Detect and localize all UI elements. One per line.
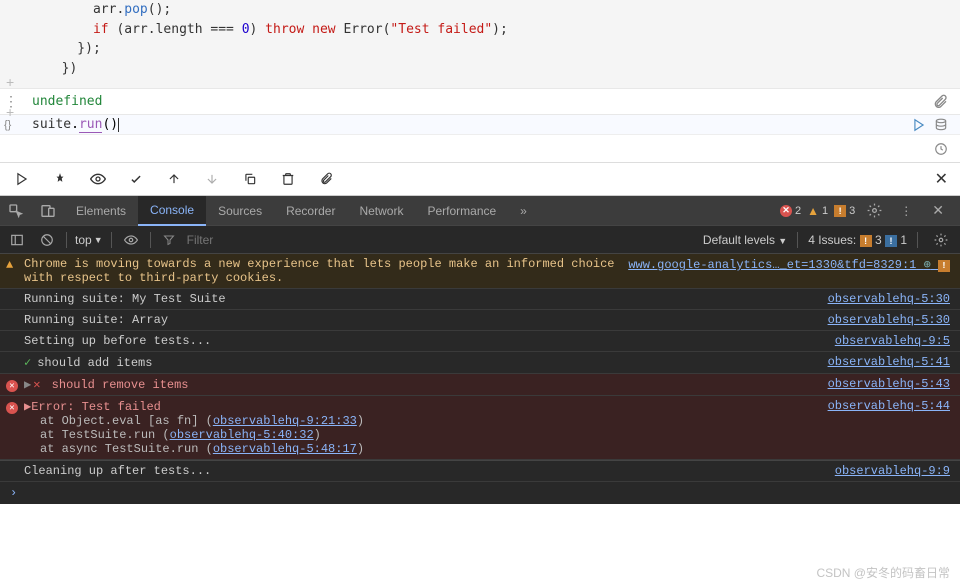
watermark: CSDN @安冬的码畜日常 [816,564,950,581]
console-warning-row: ▲ Chrome is moving towards a new experie… [0,254,960,289]
attachment-icon[interactable] [932,94,948,110]
tab-sources[interactable]: Sources [206,196,274,226]
console-source-link[interactable]: observablehq-9:5 [823,334,950,348]
console-source-link[interactable]: www.google-analytics…_et=1330&tfd=8329:1… [616,257,950,272]
warning-icon: ▲ [6,258,13,272]
error-count-badge[interactable]: ✕2 [780,205,801,217]
attach-button[interactable] [316,169,336,189]
console-source-link[interactable]: observablehq-5:43 [816,377,950,391]
settings-icon[interactable] [861,203,888,218]
console-pass-row: ✓should add items observablehq-5:41 [0,352,960,374]
devtools-close-icon[interactable]: ✕ [924,202,952,219]
console-source-link[interactable]: observablehq-5:44 [816,399,950,414]
kebab-menu-icon[interactable]: ⋮ [894,204,918,218]
context-selector[interactable]: top ▼ [75,233,103,247]
console-output: ▲ Chrome is moving towards a new experie… [0,254,960,504]
add-cell-icon[interactable]: + [6,105,14,119]
code-input[interactable]: suite.run() [18,117,912,132]
close-button[interactable]: ✕ [935,169,948,189]
tab-performance[interactable]: Performance [415,196,508,226]
device-toggle-icon[interactable] [32,203,64,219]
stack-link[interactable]: observablehq-9:21:33 [213,414,357,428]
console-source-link[interactable]: observablehq-5:30 [816,313,950,327]
stack-link[interactable]: observablehq-5:40:32 [170,428,314,442]
issue-count-badge[interactable]: !3 [834,205,855,217]
visibility-button[interactable] [88,169,108,189]
stack-trace-line: at TestSuite.run (observablehq-5:40:32) [24,428,950,442]
tab-network[interactable]: Network [347,196,415,226]
database-icon[interactable] [934,118,948,132]
inspect-element-icon[interactable] [0,203,32,219]
console-error-block: ✕ ▶Error: Test failed observablehq-5:44 … [0,396,960,460]
check-button[interactable] [126,169,146,189]
devtools-panel: Elements Console Sources Recorder Networ… [0,196,960,504]
console-sidebar-toggle-icon[interactable] [6,233,28,247]
stack-trace-line: at Object.eval [as fn] (observablehq-9:2… [24,414,950,428]
add-cell-icon[interactable]: + [6,75,14,89]
console-prompt[interactable]: › [0,482,960,504]
stack-link[interactable]: observablehq-5:48:17 [213,442,357,456]
console-filterbar: top ▼ Default levels ▼ 4 Issues: ! 3 ! 1 [0,226,960,254]
filter-icon[interactable] [159,234,179,246]
code-editor[interactable]: arr.pop(); if (arr.length === 0) throw n… [0,0,960,88]
devtools-tabbar: Elements Console Sources Recorder Networ… [0,196,960,226]
console-error-row: ✕ ▶✕ should remove items observablehq-5:… [0,374,960,396]
issues-summary[interactable]: 4 Issues: ! 3 ! 1 [808,233,907,247]
console-log-row: Running suite: My Test Suite observableh… [0,289,960,310]
check-icon: ✓ [24,356,31,370]
levels-selector[interactable]: Default levels ▼ [703,233,787,247]
notebook-toolbar: ✕ [0,162,960,196]
cell-output-value: undefined [18,94,102,109]
tab-recorder[interactable]: Recorder [274,196,347,226]
tab-console[interactable]: Console [138,196,206,226]
console-log-row: Setting up before tests... observablehq-… [0,331,960,352]
stack-trace-line: at async TestSuite.run (observablehq-5:4… [24,442,950,456]
cell-output-row: + ⋮ undefined [0,89,960,114]
warning-count-badge[interactable]: ▲1 [807,204,828,218]
filter-input[interactable] [187,233,307,247]
cell-type-icon[interactable]: {} [4,119,18,131]
tab-elements[interactable]: Elements [64,196,138,226]
delete-button[interactable] [278,169,298,189]
x-icon: ✕ [33,378,40,392]
duplicate-button[interactable] [240,169,260,189]
move-up-button[interactable] [164,169,184,189]
console-source-link[interactable]: observablehq-5:30 [816,292,950,306]
console-log-row: Cleaning up after tests... observablehq-… [0,460,960,482]
console-source-link[interactable]: observablehq-5:41 [816,355,950,369]
console-log-row: Running suite: Array observablehq-5:30 [0,310,960,331]
pin-button[interactable] [50,169,70,189]
clear-console-icon[interactable] [36,233,58,247]
tab-more[interactable]: » [508,196,539,226]
code-token-pop: pop [124,2,147,17]
live-expression-icon[interactable] [120,233,142,247]
clock-icon[interactable] [934,142,948,156]
console-warning-text: Chrome is moving towards a new experienc… [24,257,616,285]
spacer-row [0,134,960,162]
cell-input-row[interactable]: + {} suite.run() [0,114,960,134]
console-source-link[interactable]: observablehq-9:9 [823,464,950,478]
console-settings-icon[interactable] [928,233,954,247]
expand-arrow-icon[interactable]: ▶ [24,378,31,392]
move-down-button[interactable] [202,169,222,189]
error-icon: ✕ [6,400,18,414]
play-button[interactable] [12,169,32,189]
error-icon: ✕ [6,378,18,392]
run-cell-icon[interactable] [912,118,926,132]
